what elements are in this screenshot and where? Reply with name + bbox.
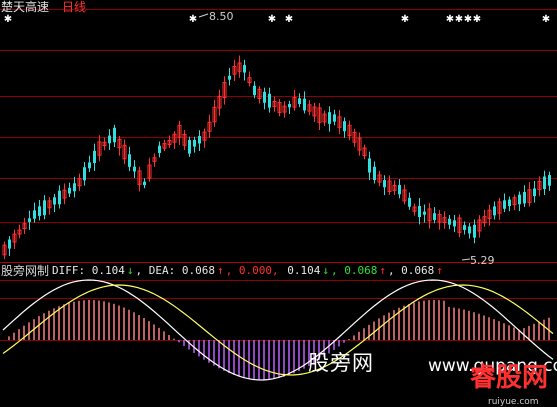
candle-body xyxy=(398,185,401,195)
candle-body xyxy=(373,166,376,181)
macd-text-part: , 0.068 xyxy=(330,264,378,277)
macd-values: DIFF: 0.104 ↓, DEA: 0.068 ↑, 0.000, 0.104 ↓… xyxy=(52,264,445,278)
candle-body xyxy=(198,135,201,144)
candle-body xyxy=(83,167,86,181)
high-price-label: 8.50 xyxy=(209,10,234,23)
kline-chart[interactable]: ✱ ✱ ✱ ✱ ✱ ✱ ✱ ✱ ✱ ✱ xyxy=(0,0,557,407)
macd-text-part: ↑ xyxy=(216,264,224,277)
candle-body xyxy=(343,121,346,132)
candle-body xyxy=(533,188,536,197)
candle-body xyxy=(193,139,196,147)
signal-marker: ✱ xyxy=(542,14,550,25)
candle-body xyxy=(518,194,521,205)
candle-body xyxy=(38,206,41,216)
candle-body xyxy=(88,162,91,169)
macd-text-part: DIFF: 0.104 xyxy=(52,264,125,277)
candle-body xyxy=(468,226,471,234)
candle-body xyxy=(423,211,426,215)
candle-body xyxy=(243,65,246,73)
candle-body xyxy=(503,200,506,209)
macd-text-part: 0.104 xyxy=(280,264,321,277)
signal-marker: ✱ xyxy=(473,14,481,25)
candle-body xyxy=(453,220,456,227)
candle-body xyxy=(523,192,526,204)
candle-body xyxy=(253,85,256,96)
signal-marker: ✱ xyxy=(189,14,197,25)
signal-marker: ✱ xyxy=(455,14,463,25)
signal-marker: ✱ xyxy=(401,14,409,25)
candle-body xyxy=(263,91,266,103)
candle-body xyxy=(508,199,511,207)
logo-subtext: ruiyue.com xyxy=(488,397,539,407)
candle-body xyxy=(543,176,546,190)
candle-body xyxy=(33,210,36,219)
stock-name: 楚天高速 xyxy=(1,0,50,14)
macd-text-part: ↓ xyxy=(322,264,329,277)
candle-body xyxy=(128,154,131,167)
candle-body xyxy=(418,205,421,218)
candle-body xyxy=(463,225,466,230)
candle-body xyxy=(448,218,451,225)
candle-body xyxy=(303,98,306,111)
candle-body xyxy=(298,98,301,104)
chart-window: ✱ ✱ ✱ ✱ ✱ ✱ ✱ ✱ ✱ ✱ 楚天高速 日线 8.50 5.29 股旁网制 DIFF: … xyxy=(0,0,557,407)
candle-body xyxy=(433,213,436,220)
indicator-name[interactable]: 股旁网制 xyxy=(1,264,49,278)
candle-body xyxy=(133,166,136,172)
candle-body xyxy=(408,197,411,207)
signal-marker: ✱ xyxy=(4,14,12,25)
signal-marker: ✱ xyxy=(285,14,293,25)
candle-body xyxy=(108,135,111,144)
candle-body xyxy=(328,112,331,124)
macd-text-part: , 0.000, xyxy=(225,264,279,277)
low-pointer xyxy=(461,258,471,261)
period-label[interactable]: 日线 xyxy=(62,0,86,14)
macd-text-part: ↑ xyxy=(436,264,443,277)
candle-body xyxy=(8,239,11,249)
candle-body xyxy=(548,175,551,186)
watermark-text: 股旁网 xyxy=(308,351,374,375)
candle-body xyxy=(333,114,336,122)
candle-body xyxy=(493,206,496,216)
candle-body xyxy=(93,150,96,164)
candle-body xyxy=(268,93,271,108)
candle-body xyxy=(143,181,146,186)
low-price-label: 5.29 xyxy=(470,254,495,267)
candle-body xyxy=(58,190,61,205)
high-pointer xyxy=(198,13,209,18)
candle-body xyxy=(368,158,371,173)
candle-body xyxy=(228,75,231,80)
logo-text: 睿股网 xyxy=(470,363,549,393)
signal-marker: ✱ xyxy=(268,14,276,25)
macd-text-part: , 0.068 xyxy=(387,264,435,277)
candle-body xyxy=(473,224,476,238)
candle-body xyxy=(383,180,386,188)
candle-body xyxy=(288,104,291,108)
signal-marker: ✱ xyxy=(464,14,472,25)
candle-body xyxy=(28,218,31,222)
candle-body xyxy=(73,183,76,192)
macd-text-part: ↑ xyxy=(379,264,386,277)
macd-text-part: , DEA: 0.068 xyxy=(135,264,215,277)
candle-body xyxy=(53,197,56,205)
signal-marker: ✱ xyxy=(446,14,454,25)
candle-body xyxy=(188,140,191,154)
macd-text-part: ↓ xyxy=(126,264,134,277)
candle-body xyxy=(68,187,71,194)
candle-body xyxy=(158,145,161,153)
candle-body xyxy=(113,127,116,143)
candle-body xyxy=(43,200,46,216)
